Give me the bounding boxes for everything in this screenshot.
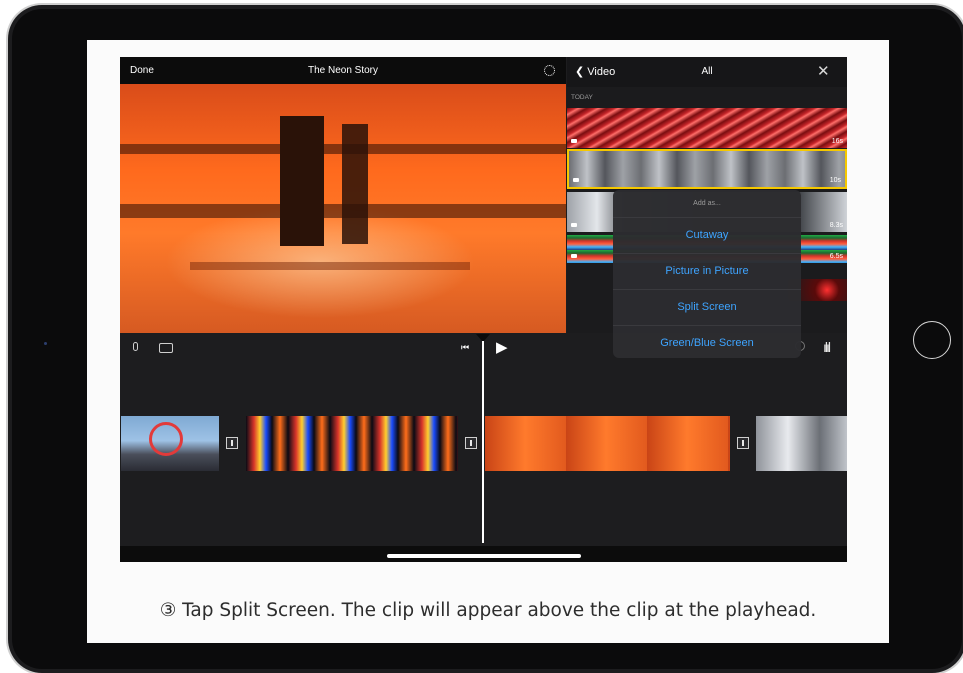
front-camera-sensor [44, 342, 47, 345]
viewer-top-bar: Done The Neon Story [120, 57, 566, 84]
clip-duration: 10s [829, 177, 841, 184]
transition-marker[interactable] [737, 437, 749, 449]
timeline-clip-neon-rig[interactable] [485, 416, 730, 471]
video-camera-icon [571, 139, 577, 143]
media-clip-selected[interactable]: 10s [567, 149, 847, 189]
transition-marker[interactable] [226, 437, 238, 449]
browser-header: ❮ Video All ✕ [567, 57, 847, 87]
ferris-wheel-shape [149, 422, 183, 456]
camera-icon[interactable] [159, 343, 173, 353]
rig-base-plate [190, 262, 470, 270]
rig-carriage [280, 116, 324, 246]
video-camera-icon [571, 223, 577, 227]
clip-duration: 8.3s [829, 222, 843, 229]
video-viewer [120, 84, 566, 333]
video-camera-icon [573, 178, 579, 182]
clip-duration: 6.5s [829, 253, 843, 260]
filter-all-label[interactable]: All [567, 66, 847, 77]
close-icon[interactable]: ✕ [817, 62, 830, 80]
microphone-icon[interactable] [133, 342, 138, 351]
audio-waveform-icon[interactable]: ılıl [823, 339, 831, 355]
option-cutaway[interactable]: Cutaway [613, 218, 801, 254]
playhead-line[interactable] [482, 341, 484, 543]
play-icon[interactable]: ▶ [496, 338, 508, 356]
option-split-screen[interactable]: Split Screen [613, 290, 801, 326]
imovie-screen: Done The Neon Story ❮ Video All ✕ TODAY … [120, 57, 847, 562]
popover-header: Add as... [613, 190, 801, 218]
skip-to-start-icon[interactable]: ⏮ [461, 342, 469, 353]
timeline-clip-machine[interactable] [756, 416, 847, 471]
media-clip[interactable]: 16s [567, 108, 847, 148]
transition-marker[interactable] [465, 437, 477, 449]
settings-gear-icon[interactable] [544, 65, 555, 76]
section-label-today: TODAY [571, 94, 593, 101]
add-as-popover: Add as... Cutaway Picture in Picture Spl… [613, 190, 801, 358]
project-title: The Neon Story [307, 65, 379, 76]
option-green-blue-screen[interactable]: Green/Blue Screen [613, 326, 801, 358]
tutorial-caption: ③ Tap Split Screen. The clip will appear… [159, 600, 817, 621]
timeline-clip-neon-signs[interactable] [246, 416, 458, 471]
rig-arm [342, 124, 368, 244]
video-camera-icon [571, 254, 577, 258]
option-picture-in-picture[interactable]: Picture in Picture [613, 254, 801, 290]
home-indicator[interactable] [387, 554, 581, 558]
clip-duration: 16s [831, 138, 843, 145]
timeline-clip-ferris-wheel[interactable] [121, 416, 219, 471]
home-button[interactable] [913, 321, 951, 359]
